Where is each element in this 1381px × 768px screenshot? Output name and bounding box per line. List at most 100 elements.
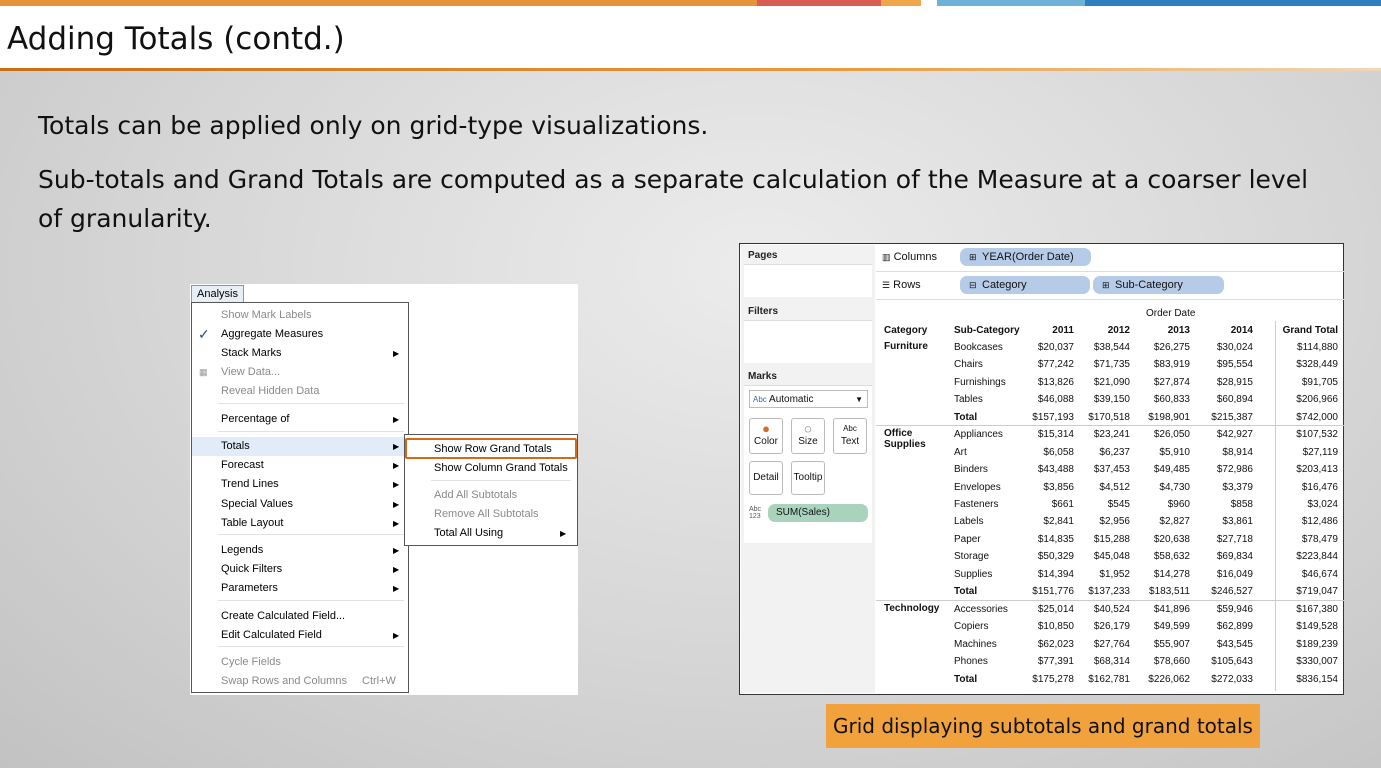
grand-total-divider	[1275, 321, 1276, 691]
grid-icon: ▦	[199, 367, 208, 377]
detail-button[interactable]: Detail	[749, 461, 783, 495]
menu-item-label: Swap Rows and Columns	[221, 675, 347, 687]
table-cell: Labels	[954, 516, 984, 527]
filters-shelf[interactable]	[744, 320, 872, 363]
submenu-item-label: Show Column Grand Totals	[434, 462, 568, 474]
table-cell: $1,952	[1099, 569, 1130, 580]
menu-item-special-values[interactable]: Special Values ▶	[192, 495, 408, 514]
pages-card-title: Pages	[748, 250, 778, 261]
submenu-item-add-all-subtotals[interactable]: Add All Subtotals	[405, 486, 577, 505]
table-cell: $3,856	[1043, 482, 1074, 493]
menu-item-quick-filters[interactable]: Quick Filters ▶	[192, 560, 408, 579]
table-cell: $5,910	[1159, 447, 1190, 458]
pages-shelf[interactable]	[744, 264, 872, 297]
table-cell: $25,014	[1037, 604, 1074, 615]
submenu-item-remove-all-subtotals[interactable]: Remove All Subtotals	[405, 505, 577, 524]
table-cell: Supplies	[954, 569, 993, 580]
menu-item-cycle-fields[interactable]: Cycle Fields	[192, 653, 408, 672]
chevron-right-icon: ▶	[393, 519, 400, 528]
menu-item-swap-rows-and-columns[interactable]: Swap Rows and Columns Ctrl+W	[192, 672, 408, 691]
menu-item-table-layout[interactable]: Table Layout ▶	[192, 514, 408, 533]
menu-item-show-mark-labels[interactable]: Show Mark Labels	[192, 306, 408, 325]
menu-item-percentage-of[interactable]: Percentage of ▶	[192, 410, 408, 429]
text-button[interactable]: Abc Text	[833, 418, 867, 454]
menu-item-shortcut: Ctrl+W	[362, 675, 396, 687]
table-cell: Appliances	[954, 429, 1003, 440]
table-cell: Fasteners	[954, 499, 999, 510]
menu-item-edit-calculated-field[interactable]: Edit Calculated Field ▶	[192, 626, 408, 645]
menu-item-legends[interactable]: Legends ▶	[192, 541, 408, 560]
mark-type-dropdown[interactable]: Abc Automatic ▼	[749, 390, 868, 408]
color-button[interactable]: ● Color	[749, 418, 783, 454]
table-cell: $68,314	[1093, 656, 1130, 667]
menu-item-totals[interactable]: Totals ▶	[192, 437, 408, 456]
table-cell: $50,329	[1037, 551, 1074, 562]
column-header: 2014	[1230, 325, 1253, 336]
menu-item-forecast[interactable]: Forecast ▶	[192, 456, 408, 475]
columns-pill-year[interactable]: ⊞ YEAR(Order Date)	[960, 248, 1091, 266]
menu-item-aggregate-measures[interactable]: ✓ Aggregate Measures	[192, 325, 408, 344]
menu-item-parameters[interactable]: Parameters ▶	[192, 579, 408, 598]
table-cell: $27,764	[1093, 639, 1130, 650]
table-cell: $6,058	[1043, 447, 1074, 458]
shelf-divider	[876, 271, 1344, 272]
table-cell: $2,827	[1159, 516, 1190, 527]
menu-item-view-data[interactable]: ▦ View Data...	[192, 363, 408, 382]
table-cell: Paper	[954, 534, 981, 545]
rows-icon: ☰	[882, 280, 891, 290]
table-cell: $26,179	[1093, 621, 1130, 632]
table-cell: $4,730	[1159, 482, 1190, 493]
header-divider	[0, 68, 1381, 71]
table-cell: $77,391	[1037, 656, 1074, 667]
chevron-right-icon: ▶	[393, 546, 400, 555]
table-cell: $60,894	[1216, 394, 1253, 405]
submenu-item-show-column-grand-totals[interactable]: Show Column Grand Totals	[405, 459, 577, 478]
menu-item-stack-marks[interactable]: Stack Marks ▶	[192, 344, 408, 363]
table-cell: $49,485	[1153, 464, 1190, 475]
menu-item-create-calculated-field[interactable]: Create Calculated Field...	[192, 607, 408, 626]
menu-separator	[218, 403, 404, 404]
chevron-right-icon: ▶	[393, 631, 400, 640]
category-label: Office Supplies	[884, 428, 926, 451]
table-cell: $21,090	[1093, 377, 1130, 388]
menu-item-label: Trend Lines	[221, 478, 279, 490]
table-cell: $105,643	[1211, 656, 1253, 667]
submenu-item-total-all-using[interactable]: Total All Using ▶	[405, 524, 577, 543]
table-cell: $3,024	[1307, 499, 1338, 510]
menu-separator	[218, 646, 404, 647]
table-cell: $14,394	[1037, 569, 1074, 580]
color-button-label: Color	[754, 436, 778, 447]
rows-pill-category[interactable]: ⊟ Category	[960, 276, 1090, 294]
table-cell: $78,660	[1153, 656, 1190, 667]
submenu-item-label: Remove All Subtotals	[434, 508, 539, 520]
table-cell: $62,899	[1216, 621, 1253, 632]
table-cell: $49,599	[1153, 621, 1190, 632]
table-cell: $16,476	[1301, 482, 1338, 493]
menu-item-trend-lines[interactable]: Trend Lines ▶	[192, 475, 408, 494]
left-pane: Pages Filters Marks Abc Automatic ▼ ● Col…	[741, 245, 875, 693]
size-button[interactable]: ◌ Size	[791, 418, 825, 454]
table-cell: $328,449	[1296, 359, 1338, 370]
detail-button-label: Detail	[753, 472, 779, 483]
table-cell: $10,850	[1037, 621, 1074, 632]
table-cell: $107,532	[1296, 429, 1338, 440]
table-cell: $203,413	[1296, 464, 1338, 475]
tooltip-button[interactable]: Tooltip	[791, 461, 825, 495]
text-button-label: Text	[840, 436, 860, 447]
menu-item-reveal-hidden-data[interactable]: Reveal Hidden Data	[192, 382, 408, 401]
chevron-right-icon: ▶	[393, 565, 400, 574]
totals-submenu: Show Row Grand Totals Show Column Grand T…	[404, 434, 578, 546]
check-icon: ✓	[198, 326, 210, 342]
table-cell: $545	[1107, 499, 1130, 510]
table-cell: Chairs	[954, 359, 983, 370]
table-cell: $114,880	[1297, 342, 1338, 353]
column-header: Sub-Category	[954, 325, 1020, 336]
text-icon: Abc	[843, 424, 857, 433]
table-cell: $43,488	[1037, 464, 1074, 475]
sum-sales-pill[interactable]: SUM(Sales)	[768, 504, 868, 522]
column-header: 2011	[1052, 325, 1074, 336]
table-cell: $23,241	[1093, 429, 1130, 440]
table-cell: $3,379	[1222, 482, 1253, 493]
rows-pill-subcategory[interactable]: ⊞ Sub-Category	[1093, 276, 1224, 294]
submenu-item-label: Total All Using	[434, 527, 504, 539]
